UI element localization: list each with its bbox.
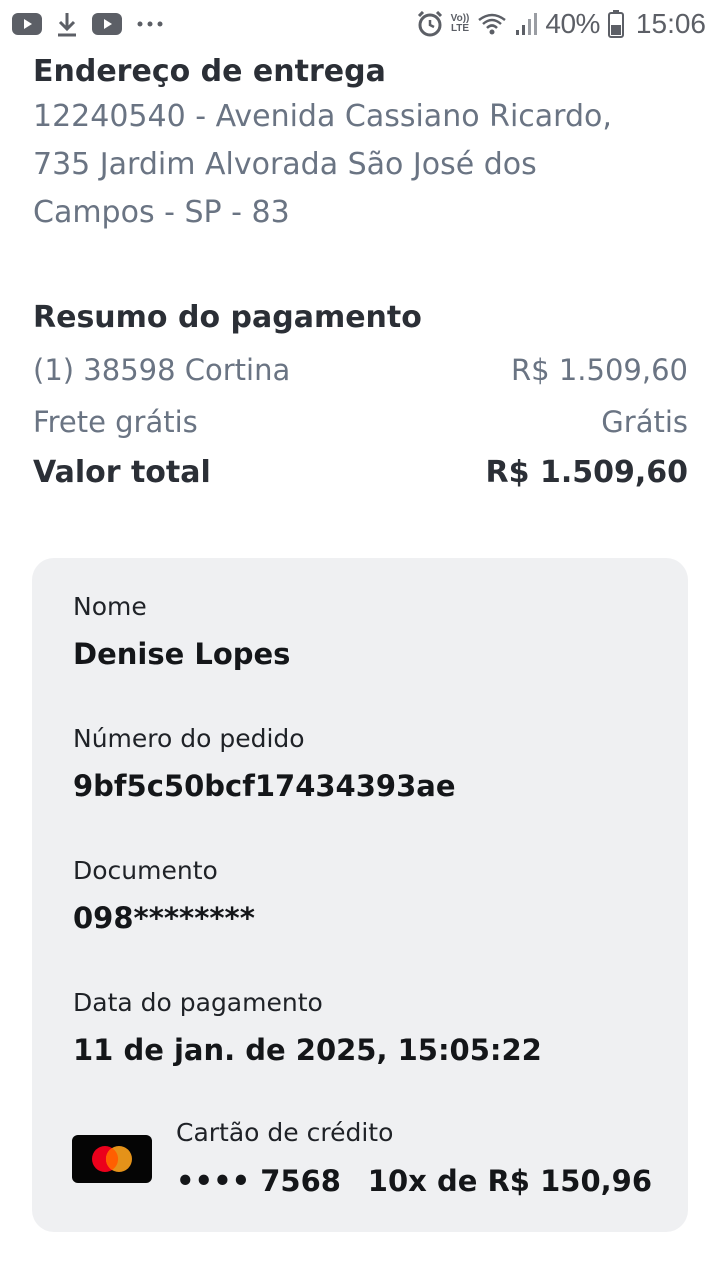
address-line: Campos - SP - 83 xyxy=(33,195,290,230)
payment-method-row: Cartão de crédito •••• 7568 10x de R$ 15… xyxy=(72,1118,652,1208)
name-label: Nome xyxy=(73,592,147,621)
battery-percent: 40% xyxy=(545,8,600,39)
installments-value: 10x de R$ 150,96 xyxy=(367,1164,652,1198)
order-number-field: Número do pedido 9bf5c50bcf17434393ae xyxy=(73,724,456,803)
order-number-value: 9bf5c50bcf17434393ae xyxy=(73,769,456,803)
payment-summary-title: Resumo do pagamento xyxy=(33,300,422,335)
summary-item-label: (1) 38598 Cortina xyxy=(33,353,291,387)
status-bar-right: Vo)) LTE 40% 15:06 xyxy=(417,8,706,40)
summary-total-row: Valor total R$ 1.509,60 xyxy=(33,455,688,490)
document-value: 098******** xyxy=(73,901,255,935)
youtube-notification-icon xyxy=(12,13,42,35)
youtube-notification-icon-2 xyxy=(92,13,122,35)
delivery-address-text: 12240540 - Avenida Cassiano Ricardo, 735… xyxy=(33,93,688,237)
address-line: 735 Jardim Alvorada São José dos xyxy=(33,147,537,182)
name-value: Denise Lopes xyxy=(73,637,291,671)
total-label: Valor total xyxy=(33,455,211,490)
document-field: Documento 098******** xyxy=(73,856,255,935)
total-value: R$ 1.509,60 xyxy=(485,455,688,490)
status-bar: Vo)) LTE 40% 15:06 xyxy=(0,0,720,48)
wifi-icon xyxy=(477,12,507,36)
card-number: •••• 7568 xyxy=(176,1164,341,1198)
status-bar-left xyxy=(12,11,164,37)
address-line: 12240540 - Avenida Cassiano Ricardo, xyxy=(33,99,612,134)
mastercard-logo-icon xyxy=(72,1135,152,1183)
order-number-label: Número do pedido xyxy=(73,724,305,753)
summary-item-row: (1) 38598 Cortina R$ 1.509,60 xyxy=(33,353,688,387)
document-label: Documento xyxy=(73,856,218,885)
alarm-icon xyxy=(417,11,443,37)
payment-date-label: Data do pagamento xyxy=(73,988,323,1017)
payment-method-label: Cartão de crédito xyxy=(176,1118,394,1147)
name-field: Nome Denise Lopes xyxy=(73,592,290,671)
payment-date-value: 11 de jan. de 2025, 15:05:22 xyxy=(73,1033,542,1067)
more-notifications-icon xyxy=(136,20,164,28)
payment-summary-section: Resumo do pagamento (1) 38598 Cortina R$… xyxy=(33,300,688,490)
volte-icon: Vo)) LTE xyxy=(450,13,470,34)
shipping-value: Grátis xyxy=(601,405,688,439)
order-details-card: Nome Denise Lopes Número do pedido 9bf5c… xyxy=(32,558,688,1232)
delivery-address-title: Endereço de entrega xyxy=(33,54,386,89)
download-icon xyxy=(56,11,78,37)
payment-date-field: Data do pagamento 11 de jan. de 2025, 15… xyxy=(73,988,542,1067)
summary-shipping-row: Frete grátis Grátis xyxy=(33,405,688,439)
shipping-label: Frete grátis xyxy=(33,405,198,439)
signal-icon xyxy=(515,12,538,36)
delivery-address-section: Endereço de entrega 12240540 - Avenida C… xyxy=(33,54,688,237)
battery-icon xyxy=(607,10,624,38)
summary-item-value: R$ 1.509,60 xyxy=(511,353,688,387)
clock: 15:06 xyxy=(635,8,706,39)
